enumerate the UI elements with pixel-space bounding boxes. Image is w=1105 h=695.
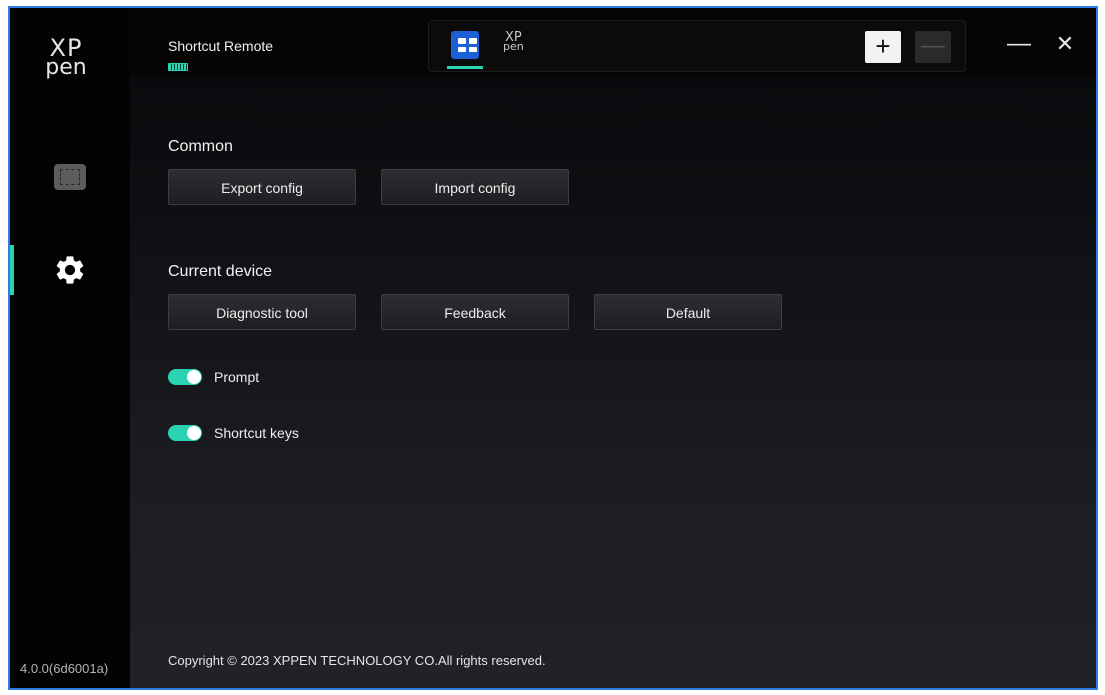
shortcut-keys-toggle[interactable] xyxy=(168,425,202,441)
prompt-toggle[interactable] xyxy=(168,369,202,385)
remove-app-button[interactable]: — xyxy=(915,31,951,63)
app-grid-icon[interactable] xyxy=(451,31,479,59)
device-selector-bar: XP pen + — xyxy=(428,20,966,72)
export-config-button[interactable]: Export config xyxy=(168,169,356,205)
xppen-logo: XP pen xyxy=(36,36,96,80)
sidebar-item-settings[interactable] xyxy=(10,245,130,295)
shortcut-keys-row: Shortcut keys xyxy=(168,425,299,441)
shortcut-keys-label: Shortcut keys xyxy=(214,425,299,441)
section-title-current-device: Current device xyxy=(168,263,273,280)
prompt-row: Prompt xyxy=(168,369,259,385)
active-tab-indicator xyxy=(447,66,483,69)
default-button[interactable]: Default xyxy=(594,294,782,330)
battery-icon xyxy=(168,63,188,71)
feedback-button[interactable]: Feedback xyxy=(381,294,569,330)
sidebar-item-screen[interactable] xyxy=(10,152,130,202)
device-logo-line-2: pen xyxy=(503,40,524,53)
app-window: XP pen 4.0.0(6d6001a) Shortcut Remote XP… xyxy=(8,6,1098,690)
settings-content: Common Export config Import config Curre… xyxy=(130,76,1096,688)
section-title-common: Common xyxy=(168,138,233,155)
sidebar: XP pen 4.0.0(6d6001a) xyxy=(10,8,130,688)
add-app-button[interactable]: + xyxy=(865,31,901,63)
diagnostic-tool-button[interactable]: Diagnostic tool xyxy=(168,294,356,330)
device-name: Shortcut Remote xyxy=(168,38,274,54)
logo-line-2: pen xyxy=(45,55,87,80)
import-config-button[interactable]: Import config xyxy=(381,169,569,205)
screen-icon xyxy=(54,164,86,190)
minimize-button[interactable]: — xyxy=(1004,30,1034,60)
version-label: 4.0.0(6d6001a) xyxy=(20,661,109,676)
close-button[interactable]: ✕ xyxy=(1050,30,1080,60)
device-logo-tab[interactable]: XP pen xyxy=(503,31,524,53)
prompt-label: Prompt xyxy=(214,369,260,385)
copyright-text: Copyright © 2023 XPPEN TECHNOLOGY CO.All… xyxy=(168,653,546,668)
top-bar: Shortcut Remote XP pen + — — ✕ xyxy=(130,8,1096,76)
gear-icon xyxy=(56,256,84,284)
